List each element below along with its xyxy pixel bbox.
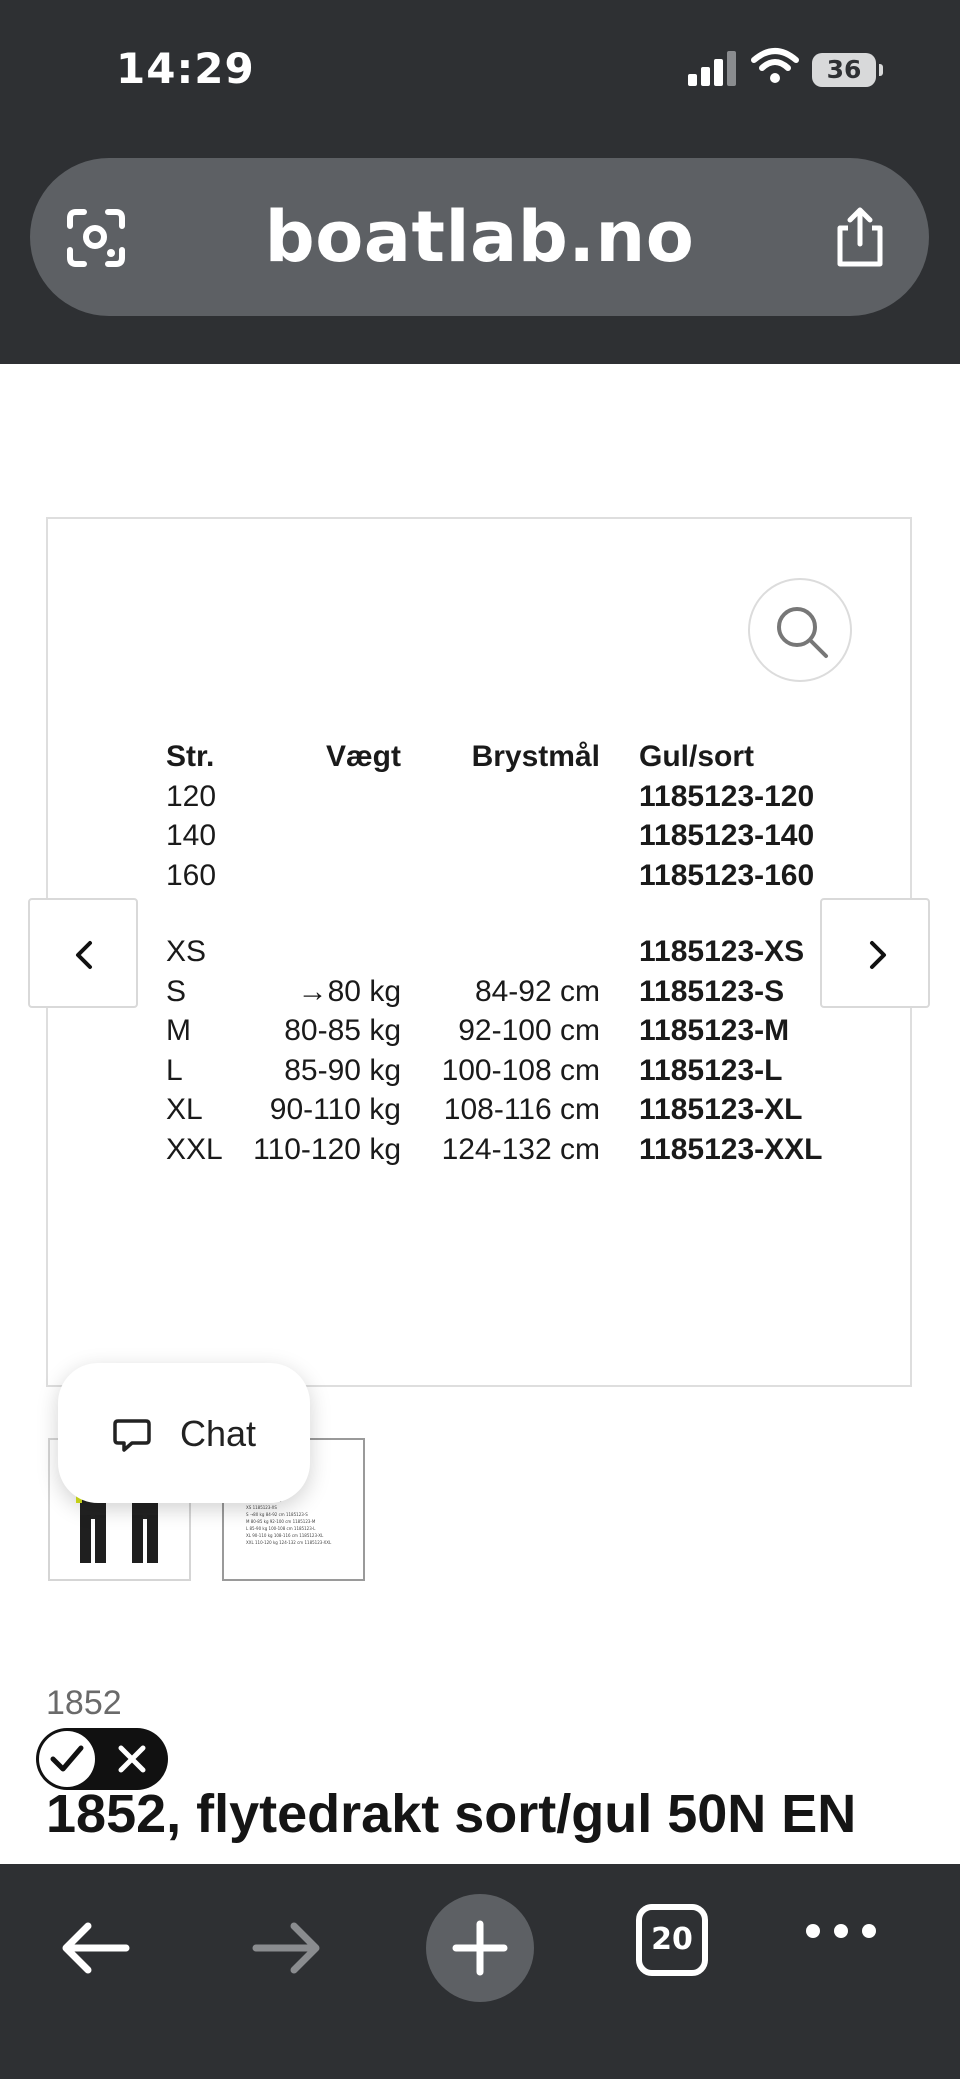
zoom-button[interactable]	[748, 578, 852, 682]
gallery-prev-button[interactable]	[28, 898, 138, 1008]
mini-cell: 1185123-XS	[252, 1505, 277, 1510]
mini-row: XL 90-110 kg 108-116 cm 1185123-XL	[246, 1532, 356, 1539]
battery-indicator: 36	[812, 53, 883, 87]
chest-cell: 84-92 cm	[474, 974, 600, 1008]
gallery-next-button[interactable]	[820, 898, 930, 1008]
chest-cell: 92-100 cm	[458, 1014, 600, 1047]
header-color: Gul/sort	[639, 740, 755, 773]
article-cell: 1185123-XL	[639, 1093, 803, 1126]
header-weight: Vægt	[326, 740, 401, 773]
mini-cell: 1185123-XXL	[304, 1540, 332, 1545]
size-cell: 120	[166, 779, 217, 813]
back-arrow-icon[interactable]	[58, 1918, 132, 1978]
article-cell: 1185123-160	[639, 858, 815, 892]
forward-arrow-icon[interactable]	[250, 1918, 324, 1978]
weight-cell: 80-85 kg	[284, 1014, 401, 1047]
header-chest: Brystmål	[471, 740, 600, 773]
weight-cell: 90-110 kg	[269, 1093, 401, 1126]
chevron-right-icon	[870, 941, 886, 969]
checkmark-icon	[50, 1745, 84, 1772]
weight-cell: 85-90 kg	[284, 1053, 401, 1087]
mini-cell: 100-108 cm	[268, 1526, 293, 1531]
tab-switcher-button[interactable]: 20	[636, 1904, 708, 1976]
browser-bottom-bar: 20	[0, 1864, 960, 2079]
size-cell: M	[166, 1014, 191, 1047]
mini-row: M 80-85 kg 92-100 cm 1185123-M	[246, 1518, 356, 1525]
mini-cell: 84-92 cm	[265, 1512, 285, 1517]
mini-cell: 1185123-XL	[299, 1533, 324, 1538]
privacy-toggle[interactable]	[36, 1728, 168, 1790]
article-cell: 1185123-L	[639, 1053, 783, 1087]
size-cell: L	[166, 1053, 183, 1087]
article-cell: 1185123-XXL	[639, 1132, 823, 1166]
chat-button[interactable]: Chat	[58, 1363, 310, 1503]
size-cell: XS	[166, 935, 207, 968]
mini-cell: XXL	[246, 1540, 254, 1545]
mini-cell: 110-120 kg	[255, 1540, 278, 1545]
size-cell: 140	[166, 819, 217, 852]
mini-cell: 90-110 kg	[252, 1533, 273, 1538]
status-time: 14:29	[116, 44, 255, 93]
close-icon	[118, 1745, 146, 1773]
chest-cell: 124-132 cm	[441, 1132, 600, 1166]
wifi-icon	[751, 48, 799, 83]
share-icon[interactable]	[830, 204, 890, 270]
mini-cell: XL	[246, 1533, 251, 1538]
address-bar[interactable]: boatlab.no	[30, 158, 929, 316]
size-cell: XL	[166, 1093, 203, 1126]
article-cell: 1185123-S	[639, 974, 785, 1008]
mini-cell: L	[246, 1526, 249, 1531]
mini-cell: 80-85 kg	[250, 1519, 269, 1524]
browser-top-bar: 14:29 36 boatlab.no	[0, 0, 960, 364]
chat-bubble-icon	[113, 1419, 151, 1452]
size-cell: 160	[166, 858, 217, 892]
chat-label: Chat	[180, 1413, 257, 1454]
new-tab-button[interactable]	[426, 1894, 534, 2002]
article-cell: 1185123-M	[639, 1014, 790, 1047]
mini-row: XXL 110-120 kg 124-132 cm 1185123-XXL	[246, 1539, 356, 1546]
magnifier-icon	[777, 607, 828, 658]
plus-icon	[452, 1920, 508, 1976]
mini-cell: 124-132 cm	[279, 1540, 304, 1545]
article-cell: 1185123-XS	[639, 935, 805, 968]
weight-cell: →80 kg	[297, 974, 401, 1008]
mini-cell: 108-116 cm	[273, 1533, 298, 1538]
size-cell: S	[166, 974, 187, 1008]
chest-cell: 100-108 cm	[441, 1053, 600, 1087]
chevron-left-icon	[76, 941, 92, 969]
mini-cell: 1185123-M	[292, 1519, 316, 1524]
mini-cell: →80 kg	[249, 1512, 265, 1517]
mini-cell: S	[246, 1512, 249, 1517]
mini-row: L 85-90 kg 100-108 cm 1185123-L	[246, 1525, 356, 1532]
mini-cell: 92-100 cm	[269, 1519, 292, 1524]
url-text[interactable]: boatlab.no	[30, 196, 929, 278]
mini-cell: 1185123-L	[293, 1526, 316, 1531]
cellular-signal-icon	[688, 50, 736, 86]
mini-cell: 1185123-S	[285, 1512, 308, 1517]
mini-row: XS 1185123-XS	[246, 1504, 356, 1511]
mini-cell: XS	[246, 1505, 252, 1510]
mini-row: S →80 kg 84-92 cm 1185123-S	[246, 1511, 356, 1518]
article-cell: 1185123-140	[639, 819, 815, 852]
article-cell: 1185123-120	[639, 779, 815, 813]
product-brand[interactable]: 1852	[46, 1684, 122, 1723]
chest-cell: 108-116 cm	[443, 1093, 600, 1126]
mini-cell: M	[246, 1519, 250, 1524]
mini-cell: 85-90 kg	[249, 1526, 268, 1531]
weight-cell: 110-120 kg	[253, 1132, 401, 1166]
